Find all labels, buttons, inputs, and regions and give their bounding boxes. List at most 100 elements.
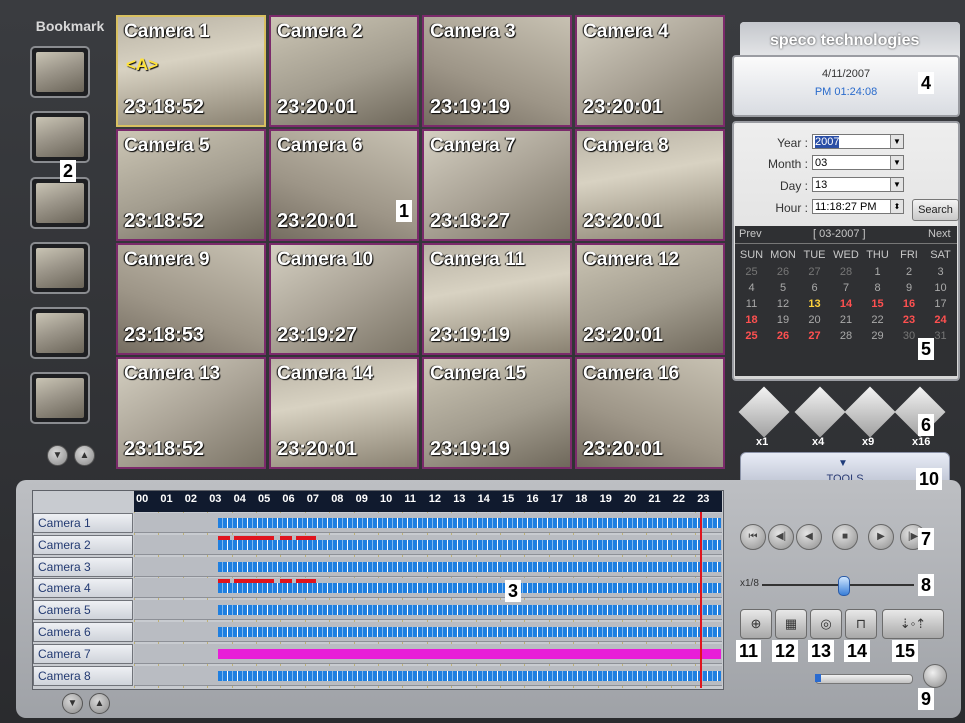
timeline-row-label[interactable]: Camera 7 [33, 643, 133, 664]
calendar-day[interactable]: 6 [799, 282, 830, 294]
timeline-row-track[interactable] [134, 556, 722, 577]
calendar-day[interactable]: 24 [925, 314, 956, 326]
calendar-next-button[interactable]: Next [928, 228, 951, 240]
timeline-row-track[interactable] [134, 534, 722, 555]
camera-tile[interactable]: Camera 7 23:18:27 [422, 129, 572, 241]
camera-tile[interactable]: Camera 15 23:19:19 [422, 357, 572, 469]
camera-tile[interactable]: Camera 3 23:19:19 [422, 15, 572, 127]
calendar-day[interactable]: 14 [831, 298, 862, 310]
timeline-row-track[interactable] [134, 600, 722, 621]
timeline-row-label[interactable]: Camera 6 [33, 622, 133, 642]
timeline-cursor[interactable] [700, 512, 702, 688]
camera-tile[interactable]: Camera 9 23:18:53 [116, 243, 266, 355]
camera-tile[interactable]: Camera 6 23:20:01 [269, 129, 419, 241]
bookmark-thumbnail[interactable] [30, 46, 90, 98]
calendar-day[interactable]: 29 [862, 330, 893, 342]
camera-tile[interactable]: Camera 12 23:20:01 [575, 243, 725, 355]
calendar-day[interactable]: 28 [831, 330, 862, 342]
calendar-day[interactable]: 13 [799, 298, 830, 310]
stop-button[interactable]: ■ [832, 524, 858, 550]
timeline-row-label[interactable]: Camera 3 [33, 556, 133, 577]
split-x9-button[interactable] [844, 386, 896, 438]
snapshot-button[interactable]: ◎ [810, 609, 842, 639]
calendar-day[interactable]: 19 [768, 314, 799, 326]
camera-tile[interactable]: Camera 10 23:19:27 [269, 243, 419, 355]
audio-control-button[interactable]: ⇣◦⇡ [882, 609, 944, 639]
calendar-day[interactable]: 17 [925, 298, 956, 310]
bookmark-thumbnail[interactable] [30, 372, 90, 424]
calendar-day[interactable]: 18 [736, 314, 767, 326]
timeline-row-label[interactable]: Camera 8 [33, 665, 133, 686]
calendar-day[interactable]: 5 [768, 282, 799, 294]
bookmark-thumbnail[interactable] [30, 242, 90, 294]
reverse-play-button[interactable]: ◀ [796, 524, 822, 550]
skip-start-button[interactable]: ⏮ [740, 524, 766, 550]
timeline-row-track[interactable] [134, 513, 722, 533]
timeline-row-label[interactable]: Camera 2 [33, 534, 133, 555]
calendar-day[interactable]: 20 [799, 314, 830, 326]
camera-tile[interactable]: Camera 16 23:20:01 [575, 357, 725, 469]
year-select[interactable]: 2007 ▼ [812, 134, 904, 149]
camera-tile[interactable]: Camera 14 23:20:01 [269, 357, 419, 469]
camera-tile[interactable]: Camera 11 23:19:19 [422, 243, 572, 355]
bookmark-thumbnail[interactable] [30, 307, 90, 359]
calendar-day[interactable]: 21 [831, 314, 862, 326]
timeline-scale-button[interactable]: ▦ [775, 609, 807, 639]
calendar-day[interactable]: 4 [736, 282, 767, 294]
timeline-scroll-up-button[interactable]: ▲ [89, 693, 110, 714]
calendar-day[interactable]: 12 [768, 298, 799, 310]
calendar-day[interactable]: 3 [925, 266, 956, 278]
bookmark-scroll-down-button[interactable]: ▼ [47, 445, 68, 466]
volume-knob[interactable] [923, 664, 947, 688]
calendar-day[interactable]: 2 [894, 266, 925, 278]
speed-slider-thumb[interactable] [838, 576, 850, 596]
calendar-day[interactable]: 8 [862, 282, 893, 294]
search-button[interactable]: Search [912, 199, 959, 221]
calendar-day[interactable]: 10 [925, 282, 956, 294]
calendar-prev-button[interactable]: Prev [739, 228, 762, 240]
calendar-day[interactable]: 7 [831, 282, 862, 294]
camera-tile[interactable]: Camera 5 23:18:52 [116, 129, 266, 241]
timeline-row-track[interactable] [134, 622, 722, 642]
calendar-day[interactable]: 27 [799, 266, 830, 278]
camera-tile[interactable]: Camera 1 <A> 23:18:52 [116, 15, 266, 127]
backup-button[interactable]: ⊓ [845, 609, 877, 639]
calendar-day[interactable]: 15 [862, 298, 893, 310]
split-x4-button[interactable] [794, 386, 846, 438]
calendar-day[interactable]: 23 [894, 314, 925, 326]
volume-slider[interactable] [815, 674, 913, 684]
calendar-day[interactable]: 25 [736, 266, 767, 278]
timeline-row-track[interactable] [134, 643, 722, 664]
calendar-day[interactable]: 22 [862, 314, 893, 326]
day-select[interactable]: 13 ▼ [812, 177, 904, 192]
camera-tile[interactable]: Camera 2 23:20:01 [269, 15, 419, 127]
play-button[interactable]: ▶ [868, 524, 894, 550]
calendar-day[interactable]: 11 [736, 298, 767, 310]
calendar-day[interactable]: 16 [894, 298, 925, 310]
step-back-button[interactable]: ◀| [768, 524, 794, 550]
camera-tile[interactable]: Camera 8 23:20:01 [575, 129, 725, 241]
bookmark-thumbnail[interactable] [30, 177, 90, 229]
calendar-day[interactable]: 28 [831, 266, 862, 278]
calendar-day[interactable]: 9 [894, 282, 925, 294]
calendar-day[interactable]: 27 [799, 330, 830, 342]
calendar-weekday: TUE [803, 249, 826, 261]
camera-tile[interactable]: Camera 4 23:20:01 [575, 15, 725, 127]
timeline-row-label[interactable]: Camera 5 [33, 600, 133, 621]
zoom-button[interactable]: ⊕ [740, 609, 772, 639]
month-select[interactable]: 03 ▼ [812, 155, 904, 170]
timeline-row-label[interactable]: Camera 4 [33, 578, 133, 599]
camera-tile[interactable]: Camera 13 23:18:52 [116, 357, 266, 469]
bookmark-thumbnail[interactable] [30, 111, 90, 163]
split-x1-button[interactable] [738, 386, 790, 438]
bookmark-scroll-up-button[interactable]: ▲ [74, 445, 95, 466]
timeline-row-track[interactable] [134, 578, 722, 599]
timeline-scroll-down-button[interactable]: ▼ [62, 693, 83, 714]
calendar-day[interactable]: 25 [736, 330, 767, 342]
calendar-day[interactable]: 26 [768, 266, 799, 278]
calendar-day[interactable]: 1 [862, 266, 893, 278]
timeline-row-label[interactable]: Camera 1 [33, 513, 133, 533]
calendar-day[interactable]: 26 [768, 330, 799, 342]
hour-spinner[interactable]: 11:18:27 PM ⬍ [812, 199, 904, 214]
timeline-row-track[interactable] [134, 665, 722, 686]
